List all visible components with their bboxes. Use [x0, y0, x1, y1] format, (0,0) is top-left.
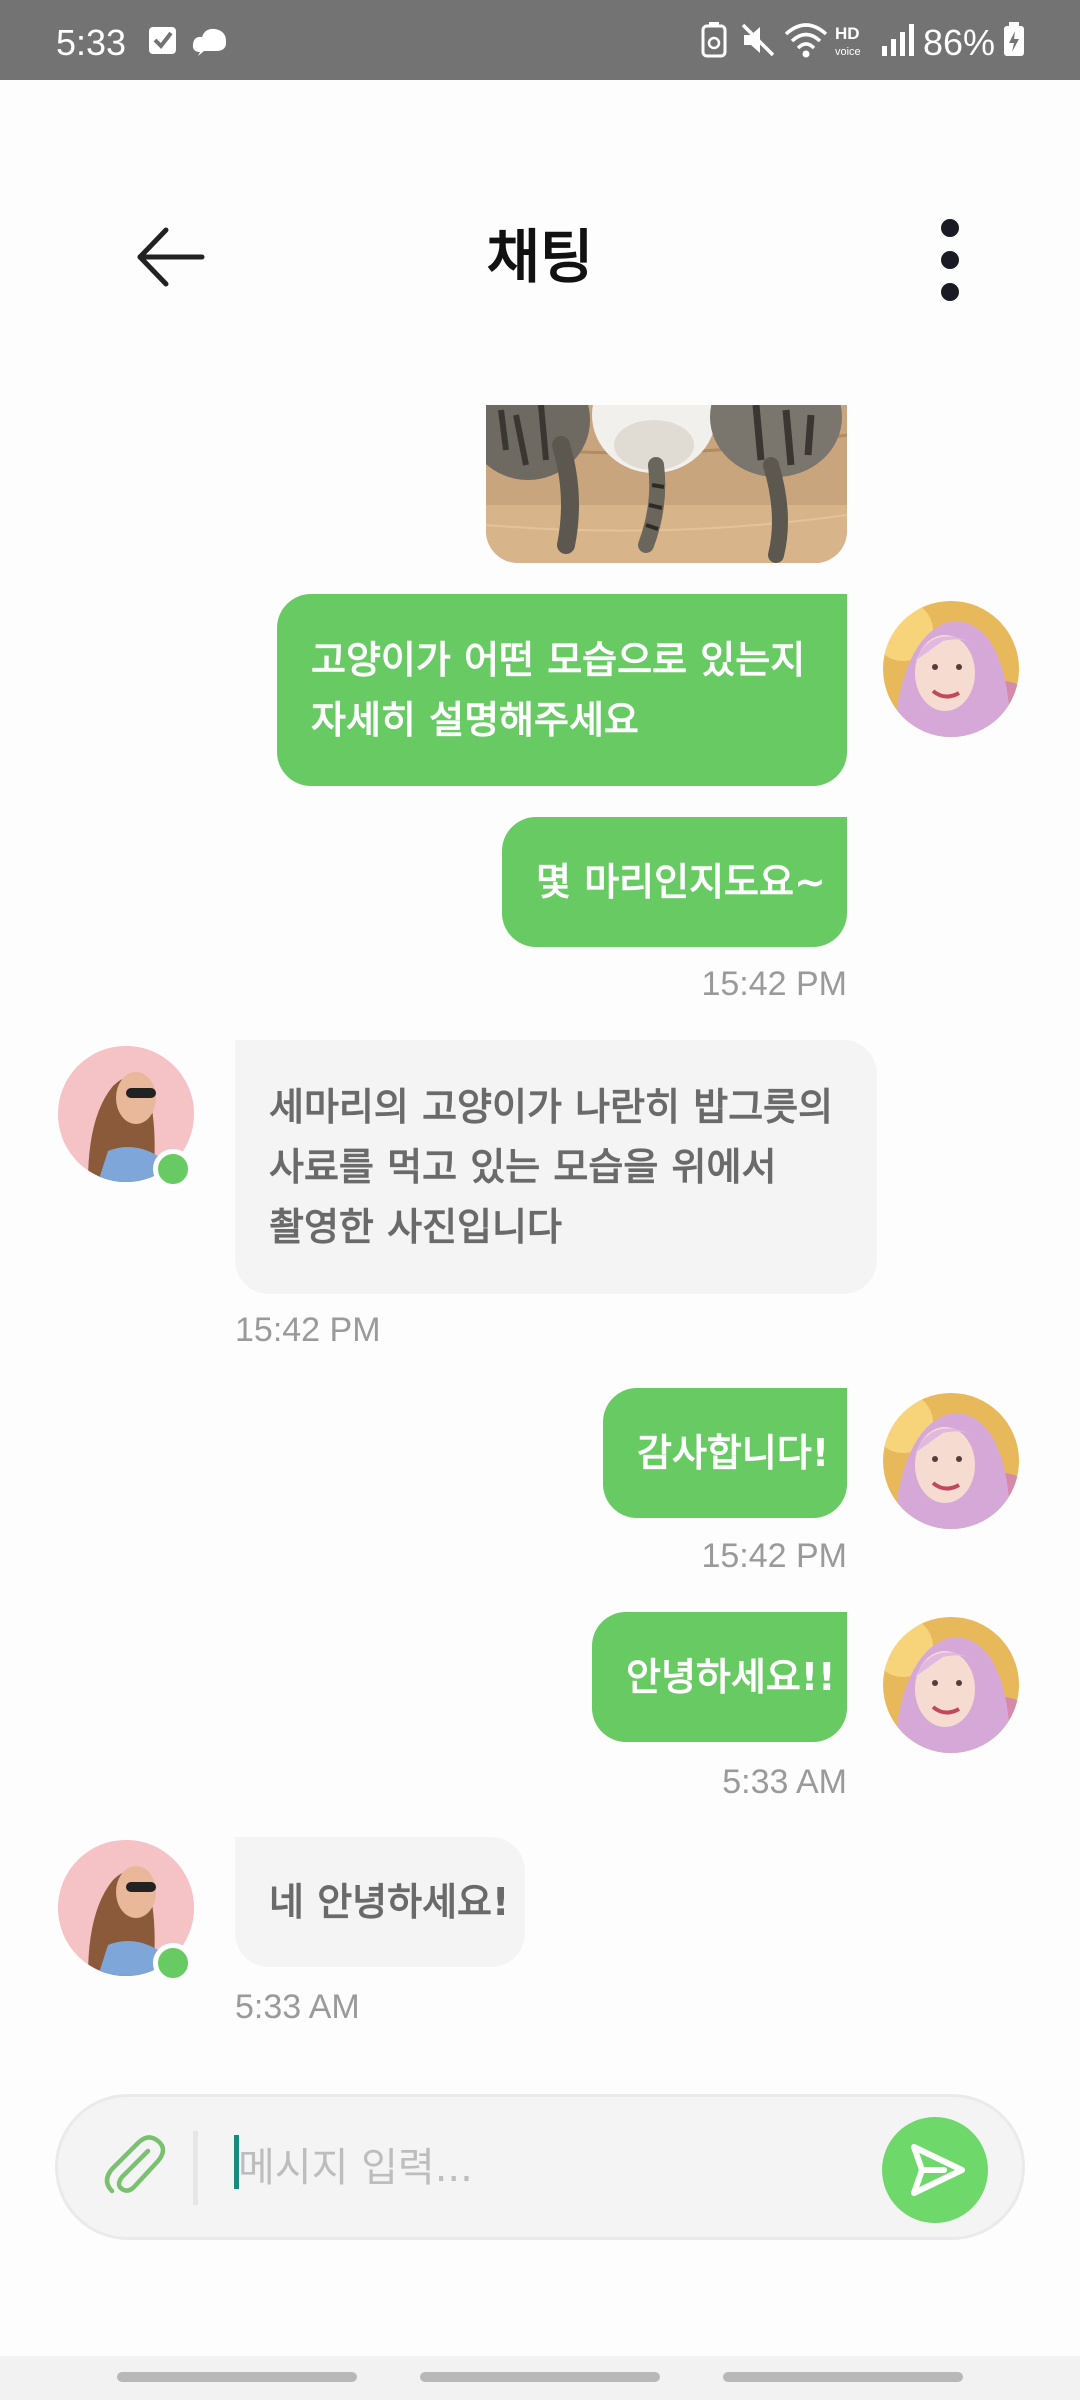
status-time: 5:33 — [56, 22, 127, 63]
my-avatar[interactable] — [883, 601, 1019, 737]
check-icon — [149, 27, 176, 54]
outgoing-message-bubble[interactable]: 감사합니다! — [603, 1388, 847, 1518]
paperclip-icon — [104, 2135, 166, 2194]
message-image[interactable] — [486, 405, 847, 563]
avatar-image — [883, 1393, 1019, 1529]
hd-voice-icon: HD voice — [835, 24, 861, 58]
battery-percent: 86% — [923, 22, 996, 63]
outgoing-message-bubble[interactable]: 안녕하세요!! — [592, 1612, 847, 1742]
back-button[interactable] — [130, 222, 210, 292]
message-text-line: 몇 마리인지도요~ — [536, 860, 826, 904]
composer-divider — [193, 2131, 198, 2205]
nav-recents-button[interactable] — [117, 2372, 357, 2382]
more-options-button[interactable] — [920, 215, 980, 305]
message-input[interactable] — [234, 2133, 918, 2203]
message-timestamp: 15:42 PM — [701, 1537, 847, 1575]
message-text-line: 감사합니다! — [637, 1431, 830, 1475]
svg-text:voice: voice — [835, 46, 861, 58]
status-bar: 5:33 HD voice 86% — [0, 0, 1080, 80]
my-avatar[interactable] — [883, 1393, 1019, 1529]
outgoing-message-bubble[interactable]: 몇 마리인지도요~ — [502, 817, 847, 947]
recycle-icon — [701, 22, 727, 58]
message-text-line: 자세히 설명해주세요 — [311, 698, 639, 742]
outgoing-message-bubble[interactable]: 고양이가 어떤 모습으로 있는지 자세히 설명해주세요 — [277, 594, 847, 786]
svg-text:HD: HD — [835, 24, 860, 43]
online-indicator — [153, 1149, 193, 1189]
more-vertical-icon — [941, 219, 959, 301]
cloud-icon — [192, 28, 227, 56]
page-title: 채팅 — [486, 223, 594, 291]
incoming-message-bubble[interactable]: 세마리의 고양이가 나란히 밥그릇의 사료를 먹고 있는 모습을 위에서 촬영한… — [235, 1040, 877, 1294]
nav-home-button[interactable] — [420, 2372, 660, 2382]
battery-charging-icon — [1004, 22, 1024, 56]
arrow-left-icon — [137, 227, 205, 287]
wifi-icon — [784, 23, 828, 58]
message-text-line: 고양이가 어떤 모습으로 있는지 — [311, 638, 806, 682]
message-timestamp: 5:33 AM — [235, 1988, 360, 2026]
message-timestamp: 15:42 PM — [701, 965, 847, 1003]
message-composer — [55, 2094, 1025, 2240]
message-text-line: 세마리의 고양이가 나란히 밥그릇의 — [269, 1085, 834, 1129]
avatar-image — [883, 601, 1019, 737]
attach-button[interactable] — [100, 2131, 172, 2203]
message-text-line: 네 안녕하세요! — [269, 1880, 510, 1924]
cats-photo — [486, 405, 847, 563]
signal-icon — [882, 24, 914, 56]
message-timestamp: 5:33 AM — [722, 1763, 847, 1801]
my-avatar[interactable] — [883, 1617, 1019, 1753]
incoming-message-bubble[interactable]: 네 안녕하세요! — [235, 1837, 525, 1967]
avatar-image — [883, 1617, 1019, 1753]
nav-back-button[interactable] — [723, 2372, 963, 2382]
message-timestamp: 15:42 PM — [235, 1311, 381, 1349]
send-button[interactable] — [882, 2117, 988, 2223]
online-indicator — [153, 1943, 193, 1983]
message-text-line: 촬영한 사진입니다 — [269, 1205, 562, 1249]
mute-icon — [741, 23, 775, 57]
message-text-line: 사료를 먹고 있는 모습을 위에서 — [269, 1145, 777, 1189]
text-cursor — [234, 2135, 239, 2189]
send-icon — [911, 2144, 965, 2196]
message-text-line: 안녕하세요!! — [626, 1655, 836, 1699]
